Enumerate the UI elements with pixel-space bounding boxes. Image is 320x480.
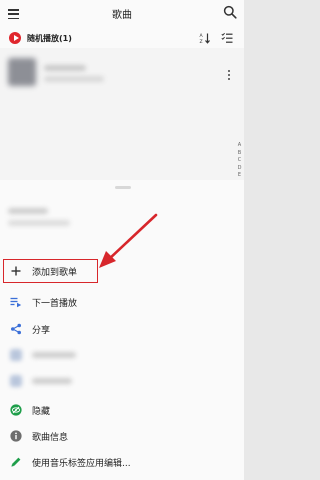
shuffle-play-icon[interactable] [9, 32, 21, 44]
pencil-icon [11, 457, 21, 467]
alpha-d[interactable]: D [235, 165, 244, 173]
share-icon [11, 323, 21, 335]
more-vert-icon[interactable] [228, 70, 231, 82]
album-art [8, 58, 36, 86]
info-icon [10, 430, 22, 442]
song-row[interactable] [0, 54, 244, 88]
blurred-item-icon [10, 349, 22, 361]
sort-az-icon[interactable]: A Z [199, 32, 211, 44]
play-next-icon [10, 297, 22, 308]
sheet-subtitle-blurred [8, 220, 70, 226]
blurred-item-icon [10, 375, 22, 387]
hide-icon [10, 404, 22, 416]
shuffle-play-row[interactable]: 随机播放(1) A Z [0, 30, 244, 48]
svg-text:A: A [200, 33, 204, 39]
blurred-item-text [32, 378, 72, 384]
alpha-a[interactable]: A [235, 142, 244, 150]
page-title: 歌曲 [112, 10, 132, 21]
songs-screen: 歌曲 随机播放(1) A Z A B C D E 添加到歌单 下一首播放 分享 … [0, 0, 244, 480]
edit-tags-label: 使用音乐标签应用编辑... [32, 459, 131, 469]
share-label: 分享 [32, 326, 51, 336]
edit-tags-item[interactable]: 使用音乐标签应用编辑... [0, 450, 244, 476]
blurred-menu-item[interactable] [0, 368, 244, 394]
sheet-drag-handle[interactable] [115, 186, 131, 189]
app-bar: 歌曲 [0, 0, 244, 30]
share-item[interactable]: 分享 [0, 317, 244, 343]
song-info-item[interactable]: 歌曲信息 [0, 424, 244, 450]
shuffle-play-label: 随机播放(1) [27, 34, 72, 43]
alpha-b[interactable]: B [235, 150, 244, 158]
alpha-c[interactable]: C [235, 157, 244, 165]
alpha-e[interactable]: E [235, 172, 244, 180]
list-options-icon[interactable] [221, 32, 233, 44]
song-title-blurred [44, 65, 86, 71]
search-icon[interactable] [223, 5, 237, 19]
song-list [0, 48, 244, 184]
highlight-box [3, 259, 98, 283]
hide-label: 隐藏 [32, 407, 51, 417]
hide-item[interactable]: 隐藏 [0, 398, 244, 424]
blurred-menu-item[interactable] [0, 342, 244, 368]
song-artist-blurred [44, 76, 104, 82]
play-next-item[interactable]: 下一首播放 [0, 290, 244, 316]
play-next-label: 下一首播放 [32, 299, 78, 309]
annotation-arrow-icon [99, 213, 158, 268]
sheet-title-blurred [8, 208, 48, 214]
blurred-item-text [32, 352, 76, 358]
song-info-label: 歌曲信息 [32, 433, 69, 443]
svg-text:Z: Z [200, 39, 203, 44]
